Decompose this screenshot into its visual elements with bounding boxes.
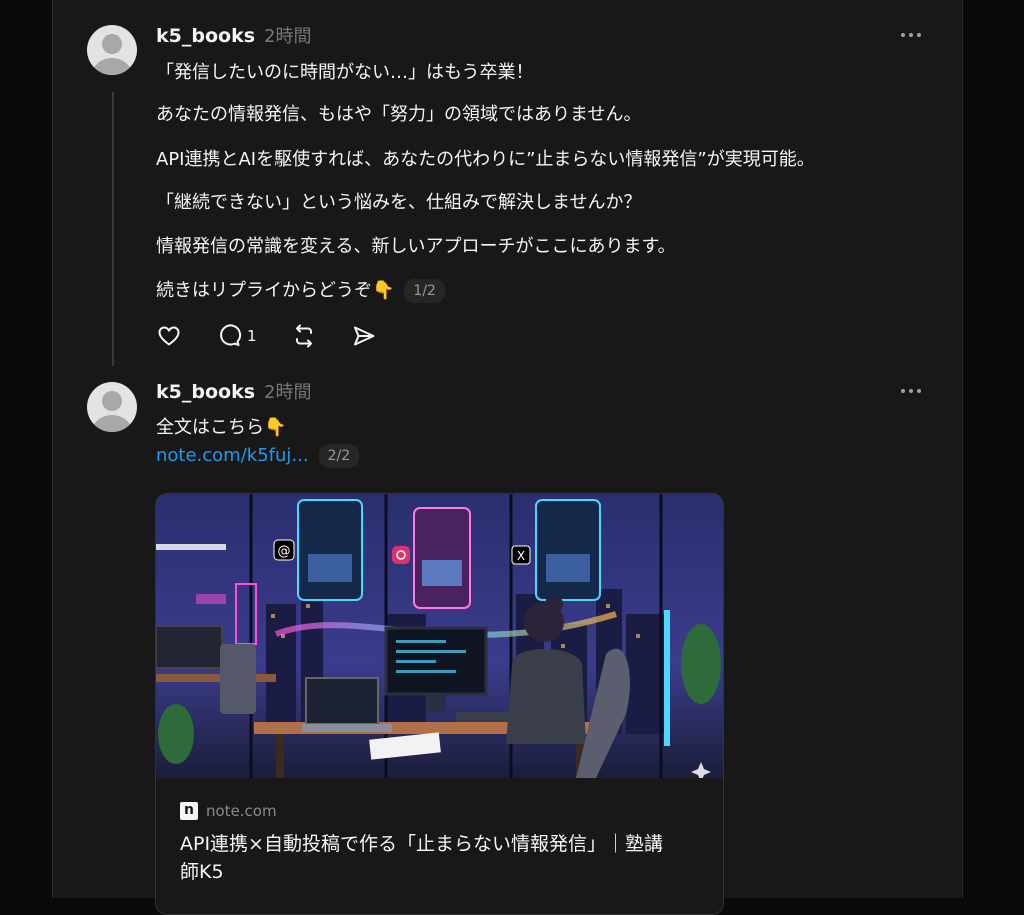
post-text-line: 全文はこちら👇 bbox=[156, 417, 287, 438]
more-options-icon[interactable] bbox=[901, 33, 921, 37]
reply-button[interactable]: 1 bbox=[216, 324, 257, 348]
thread-counter: 2/2 bbox=[318, 444, 360, 468]
username[interactable]: k5_books bbox=[156, 381, 255, 403]
card-title[interactable]: API連携×自動投稿で作る「止まらない情報発信」｜塾講師K5 bbox=[180, 830, 680, 886]
post-link[interactable]: note.com/k5fuj... bbox=[156, 445, 309, 466]
like-button[interactable] bbox=[156, 324, 182, 348]
post-text-last: 続きはリプライからどうぞ👇 1/2 bbox=[156, 276, 445, 303]
repost-icon bbox=[295, 324, 312, 348]
post-text-line: API連携とAIを駆使すれば、あなたの代わりに”止まらない情報発信”が実現可能。 bbox=[156, 149, 815, 170]
comment-icon bbox=[220, 324, 242, 346]
send-icon bbox=[353, 326, 375, 346]
timestamp[interactable]: 2時間 bbox=[264, 22, 311, 48]
heart-icon bbox=[158, 326, 180, 346]
repost-button[interactable] bbox=[291, 324, 317, 348]
post-text-line: 「発信したいのに時間がない…」はもう卒業！ bbox=[156, 62, 534, 83]
more-options-icon[interactable] bbox=[901, 389, 921, 393]
reply-count: 1 bbox=[247, 327, 257, 345]
post-text-line: 続きはリプライからどうぞ👇 bbox=[156, 280, 395, 301]
svg-text:X: X bbox=[517, 549, 525, 563]
card-image: @ X bbox=[156, 494, 723, 778]
link-preview-card[interactable]: @ X n note.com API連携×自動投稿で作る「止まらない情報発信」｜… bbox=[155, 493, 724, 915]
post-header: k5_books 2時間 bbox=[156, 22, 311, 48]
note-logo-icon: n bbox=[180, 802, 198, 820]
share-button[interactable] bbox=[351, 324, 377, 348]
post-actions: 1 bbox=[156, 324, 411, 348]
svg-text:@: @ bbox=[278, 544, 291, 559]
post-header: k5_books 2時間 bbox=[156, 378, 311, 404]
timestamp[interactable]: 2時間 bbox=[264, 378, 311, 404]
avatar[interactable] bbox=[87, 25, 137, 75]
thread-connector-line bbox=[112, 92, 114, 366]
username[interactable]: k5_books bbox=[156, 25, 255, 47]
post-text-line: あなたの情報発信、もはや「努力」の領域ではありません。 bbox=[156, 104, 642, 125]
avatar[interactable] bbox=[87, 382, 137, 432]
post-text-line: 情報発信の常識を変える、新しいアプローチがここにあります。 bbox=[156, 236, 676, 257]
post-text-line: 「継続できない」という悩みを、仕組みで解決しませんか？ bbox=[156, 192, 642, 213]
thread-counter: 1/2 bbox=[404, 279, 445, 303]
post-link-row: note.com/k5fuj... 2/2 bbox=[156, 444, 360, 468]
card-domain: note.com bbox=[206, 802, 277, 820]
card-source: n note.com bbox=[180, 802, 277, 820]
